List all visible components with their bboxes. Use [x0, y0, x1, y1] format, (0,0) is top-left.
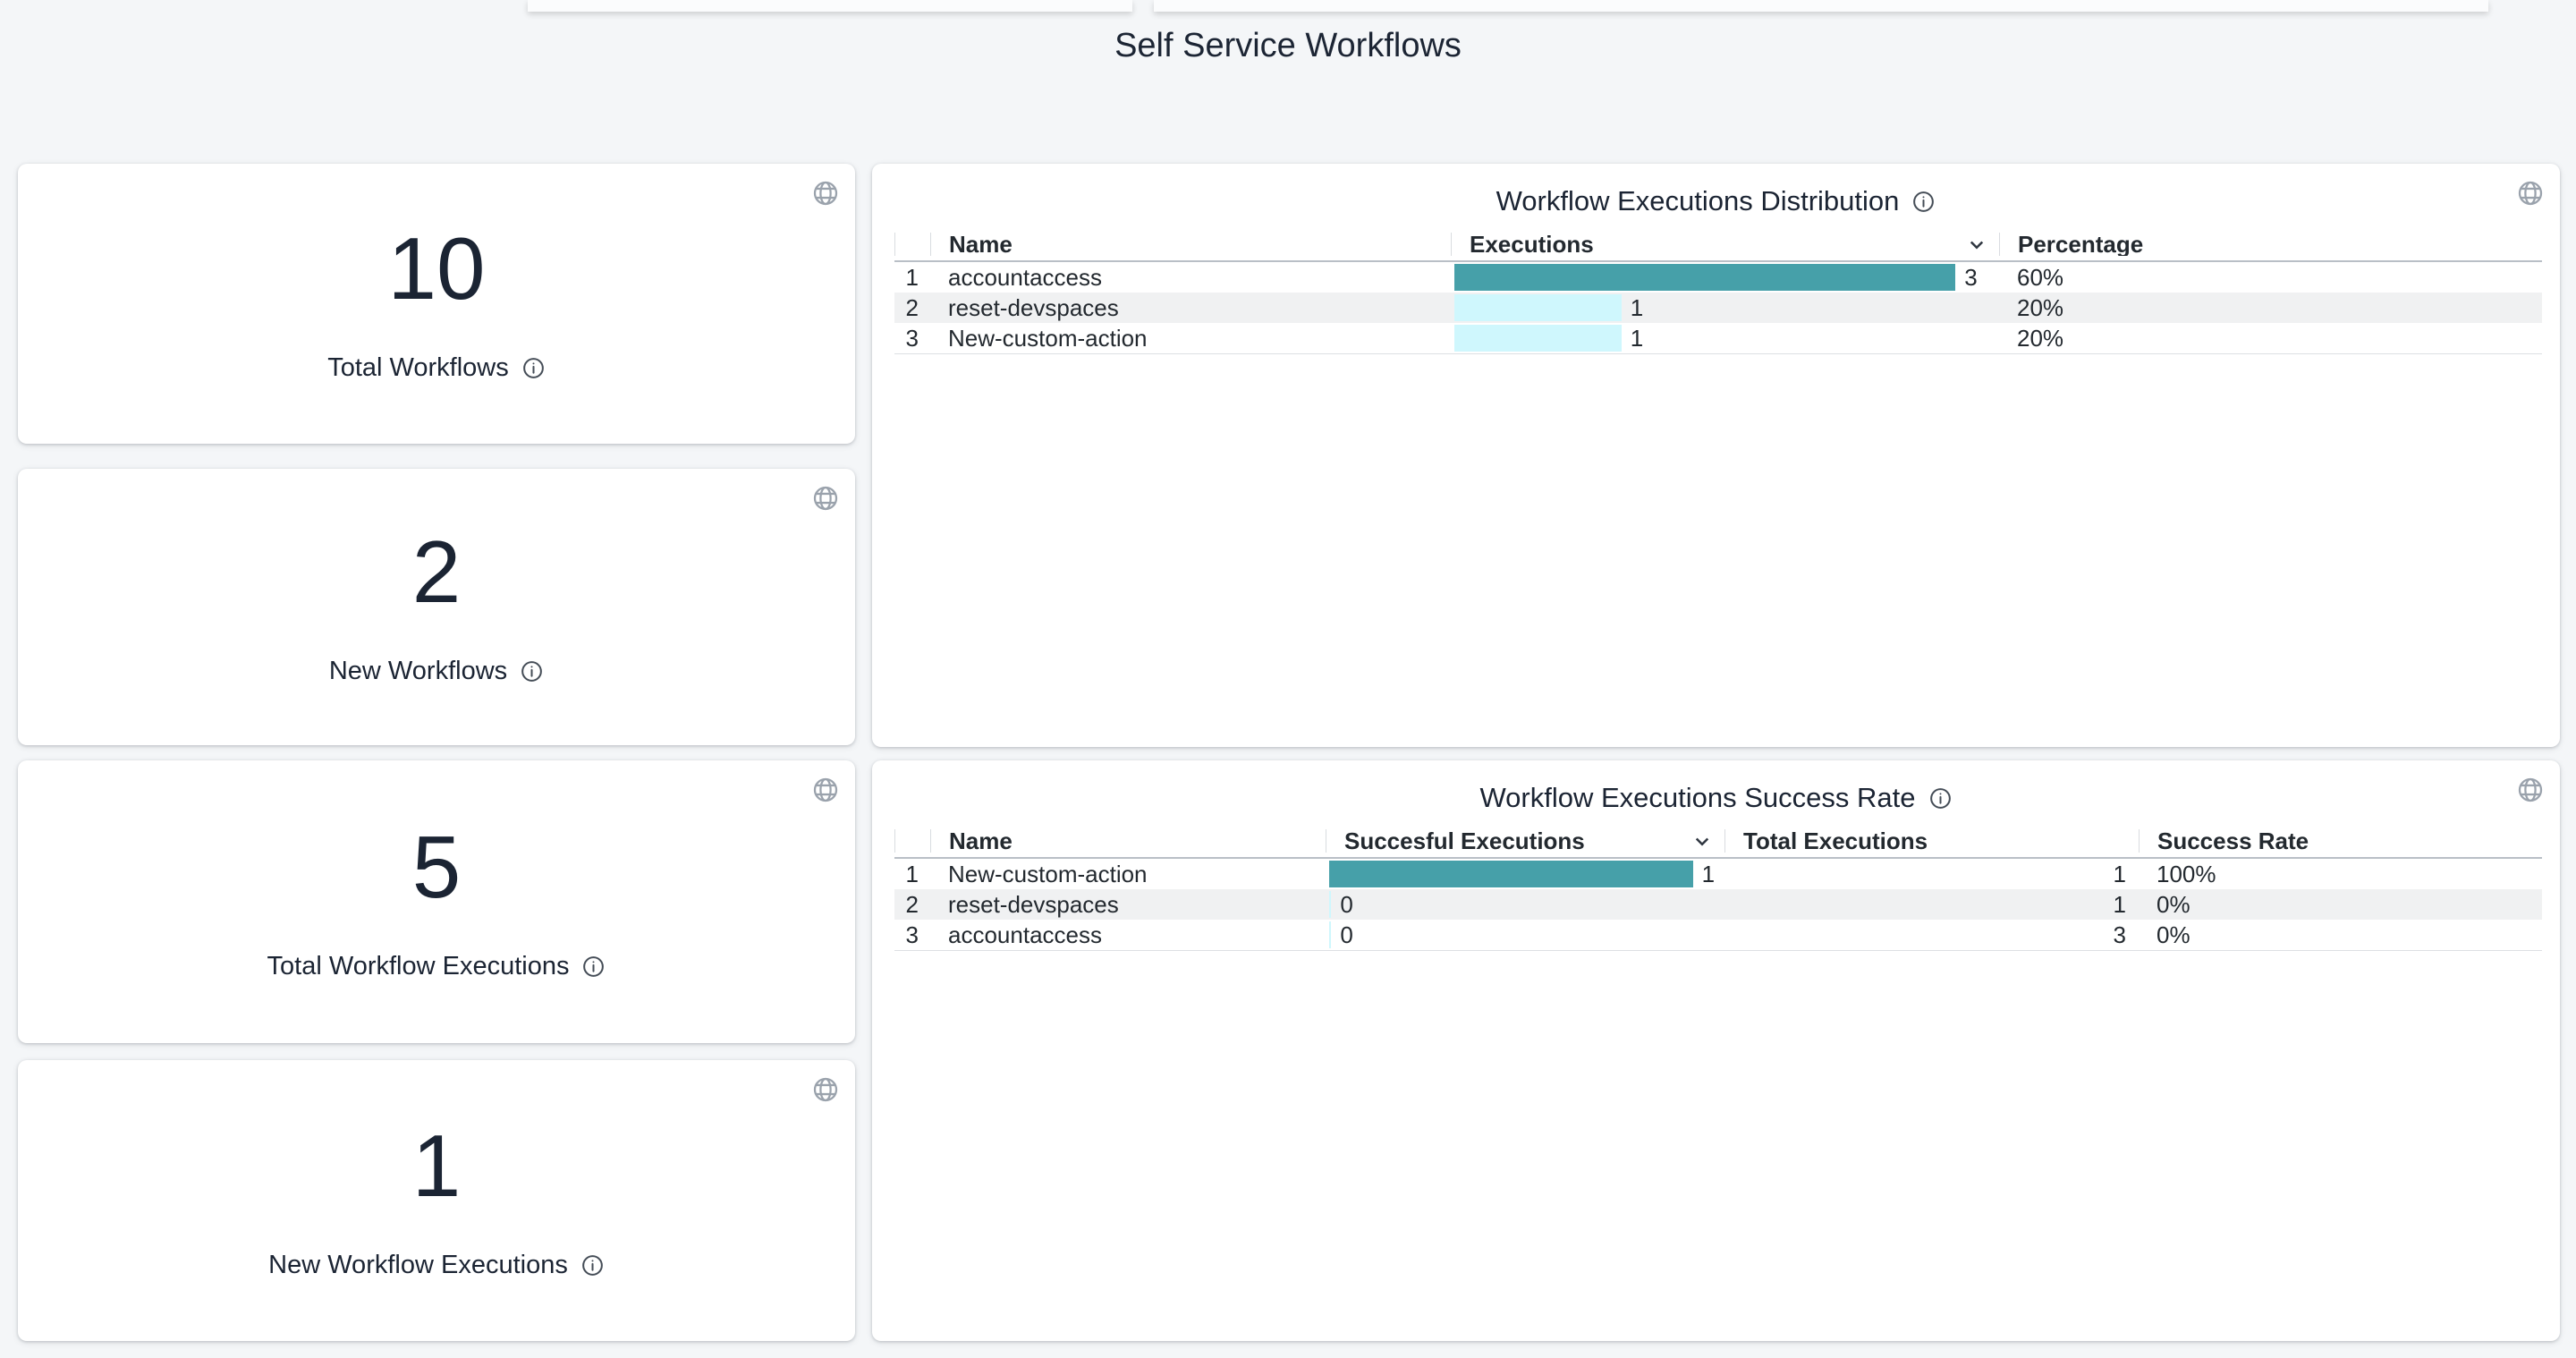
executions-cell: 1: [1451, 294, 1999, 322]
distribution-table: Name Executions Percentage 1 accountacce…: [894, 228, 2542, 354]
percentage-cell: 60%: [1999, 264, 2542, 292]
stat-label: New Workflows: [329, 657, 507, 686]
header-executions[interactable]: Executions: [1451, 233, 1999, 256]
percentage-cell: 20%: [1999, 294, 2542, 322]
panel-title: Workflow Executions Success Rate: [1479, 782, 1915, 814]
globe-icon[interactable]: [811, 776, 840, 804]
stat-label: New Workflow Executions: [268, 1251, 568, 1280]
stat-value: 2: [412, 528, 462, 615]
total-executions-cell: 1: [1724, 861, 2139, 888]
table-row[interactable]: 1 New-custom-action 1 1 100%: [894, 859, 2542, 889]
bar-value: 1: [1631, 325, 1643, 352]
panel-workflow-executions-distribution: Workflow Executions Distribution Name Ex…: [872, 164, 2560, 747]
info-icon[interactable]: [520, 659, 544, 683]
header-name: Name: [930, 233, 1451, 256]
successful-executions-cell: 1: [1326, 861, 1724, 888]
header-index: [894, 233, 930, 256]
percentage-cell: 20%: [1999, 325, 2542, 352]
bar-value: 0: [1340, 891, 1352, 919]
top-cutoff-block-right: [1154, 0, 2488, 12]
row-name: accountaccess: [930, 921, 1326, 949]
stat-card-new-workflow-executions: 1 New Workflow Executions: [18, 1060, 855, 1341]
panel-title: Workflow Executions Distribution: [1496, 185, 1900, 217]
info-icon[interactable]: [521, 356, 546, 380]
top-cutoff-block-left: [528, 0, 1132, 12]
execution-bar: [1454, 325, 1622, 352]
success-rate-cell: 0%: [2139, 891, 2542, 919]
execution-bar: [1329, 921, 1331, 948]
header-success-rate: Success Rate: [2139, 829, 2542, 853]
row-index: 1: [894, 264, 930, 292]
row-name: reset-devspaces: [930, 891, 1326, 919]
table-row[interactable]: 2 reset-devspaces 1 20%: [894, 293, 2542, 323]
stat-card-total-workflows: 10 Total Workflows: [18, 164, 855, 444]
executions-cell: 1: [1451, 325, 1999, 352]
execution-bar: [1329, 891, 1331, 918]
row-index: 2: [894, 891, 930, 919]
header-name: Name: [930, 829, 1326, 853]
execution-bar: [1454, 294, 1622, 321]
success-rate-cell: 100%: [2139, 861, 2542, 888]
header-total-executions: Total Executions: [1724, 829, 2139, 853]
globe-icon[interactable]: [811, 484, 840, 513]
info-icon[interactable]: [581, 955, 606, 979]
successful-executions-cell: 0: [1326, 921, 1724, 949]
execution-bar: [1329, 861, 1693, 887]
bar-value: 1: [1631, 294, 1643, 322]
stat-card-new-workflows: 2 New Workflows: [18, 469, 855, 745]
row-index: 2: [894, 294, 930, 322]
stat-card-total-workflow-executions: 5 Total Workflow Executions: [18, 760, 855, 1043]
table-row[interactable]: 3 accountaccess 0 3 0%: [894, 920, 2542, 951]
page-title: Self Service Workflows: [0, 27, 2576, 65]
success-rate-cell: 0%: [2139, 921, 2542, 949]
stat-value: 5: [412, 823, 462, 911]
globe-icon[interactable]: [2516, 179, 2545, 208]
total-executions-cell: 1: [1724, 891, 2139, 919]
stat-value: 10: [387, 225, 485, 312]
globe-icon[interactable]: [2516, 776, 2545, 804]
stat-label: Total Workflows: [327, 353, 509, 383]
globe-icon[interactable]: [811, 1075, 840, 1104]
info-icon[interactable]: [580, 1253, 605, 1277]
stat-value: 1: [412, 1122, 462, 1209]
row-index: 1: [894, 861, 930, 888]
executions-cell: 3: [1451, 264, 1999, 292]
bar-value: 0: [1340, 921, 1352, 949]
header-index: [894, 829, 930, 853]
execution-bar: [1454, 264, 1955, 291]
header-percentage: Percentage: [1999, 233, 2542, 256]
row-name: New-custom-action: [930, 325, 1451, 352]
total-executions-cell: 3: [1724, 921, 2139, 949]
table-row[interactable]: 1 accountaccess 3 60%: [894, 262, 2542, 293]
successful-executions-cell: 0: [1326, 891, 1724, 919]
info-icon[interactable]: [1928, 786, 1953, 811]
table-header-row: Name Executions Percentage: [894, 228, 2542, 262]
row-name: New-custom-action: [930, 861, 1326, 888]
globe-icon[interactable]: [811, 179, 840, 208]
row-index: 3: [894, 921, 930, 949]
chevron-down-icon[interactable]: [1963, 233, 1990, 256]
info-icon[interactable]: [1911, 190, 1936, 214]
panel-workflow-executions-success-rate: Workflow Executions Success Rate Name Su…: [872, 760, 2560, 1341]
table-row[interactable]: 3 New-custom-action 1 20%: [894, 323, 2542, 354]
stat-label: Total Workflow Executions: [267, 952, 570, 981]
bar-value: 3: [1964, 264, 1977, 292]
bar-value: 1: [1702, 861, 1715, 888]
table-header-row: Name Succesful Executions Total Executio…: [894, 825, 2542, 859]
row-name: accountaccess: [930, 264, 1451, 292]
success-rate-table: Name Succesful Executions Total Executio…: [894, 825, 2542, 951]
header-successful-executions[interactable]: Succesful Executions: [1326, 829, 1724, 853]
row-index: 3: [894, 325, 930, 352]
dashboard-page: Self Service Workflows 10 Total Workflow…: [0, 0, 2576, 1358]
chevron-down-icon[interactable]: [1689, 829, 1716, 853]
row-name: reset-devspaces: [930, 294, 1451, 322]
table-row[interactable]: 2 reset-devspaces 0 1 0%: [894, 889, 2542, 920]
